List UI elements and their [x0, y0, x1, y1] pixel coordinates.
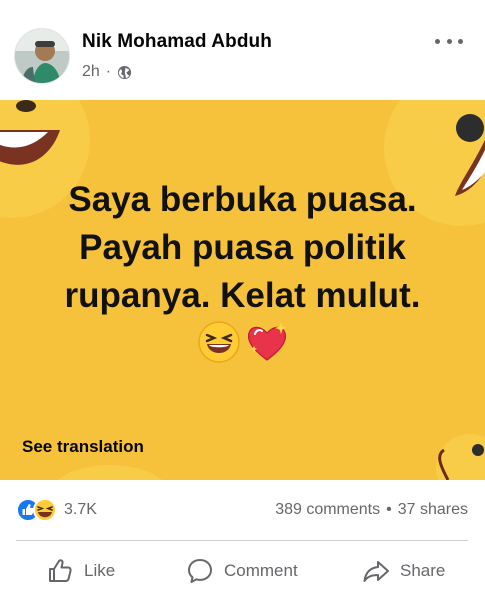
like-label: Like [84, 561, 116, 580]
action-bar: Like Comment Share [0, 548, 485, 592]
post-meta: 2h · [82, 61, 132, 83]
comment-icon [186, 557, 214, 585]
facebook-post: Nik Mohamad Abduh 2h · Saya berbuka puas… [0, 0, 485, 597]
post-background: Saya berbuka puasa. Payah puasa politik … [0, 100, 485, 480]
grinning-squinting-face-icon [197, 320, 241, 369]
engagement-counts: 389 comments • 37 shares [275, 501, 468, 519]
more-options-icon[interactable] [435, 32, 463, 50]
post-text: Saya berbuka puasa. Payah puasa politik … [64, 180, 421, 315]
post-time[interactable]: 2h [82, 63, 100, 81]
meta-separator: · [105, 63, 112, 80]
sparkling-heart-icon [245, 320, 289, 369]
divider [16, 540, 468, 541]
comment-button[interactable]: Comment [186, 554, 298, 588]
like-button[interactable]: Like [46, 554, 115, 588]
post-header: Nik Mohamad Abduh 2h · [0, 0, 485, 98]
comments-count[interactable]: 389 comments [275, 501, 380, 519]
comment-label: Comment [224, 561, 298, 580]
see-translation-link[interactable]: See translation [22, 437, 144, 457]
share-label: Share [400, 561, 446, 580]
author-name[interactable]: Nik Mohamad Abduh [82, 31, 272, 53]
share-button[interactable]: Share [362, 554, 445, 588]
shares-count[interactable]: 37 shares [398, 501, 468, 519]
share-icon [362, 557, 390, 585]
post-stats: 3.7K 389 comments • 37 shares [0, 496, 485, 526]
post-emojis [0, 320, 485, 369]
counts-separator: • [386, 501, 392, 518]
reaction-icons[interactable] [16, 498, 64, 522]
reaction-count[interactable]: 3.7K [64, 501, 97, 519]
globe-icon[interactable] [117, 65, 132, 80]
like-icon [46, 557, 74, 585]
avatar[interactable] [14, 28, 70, 84]
